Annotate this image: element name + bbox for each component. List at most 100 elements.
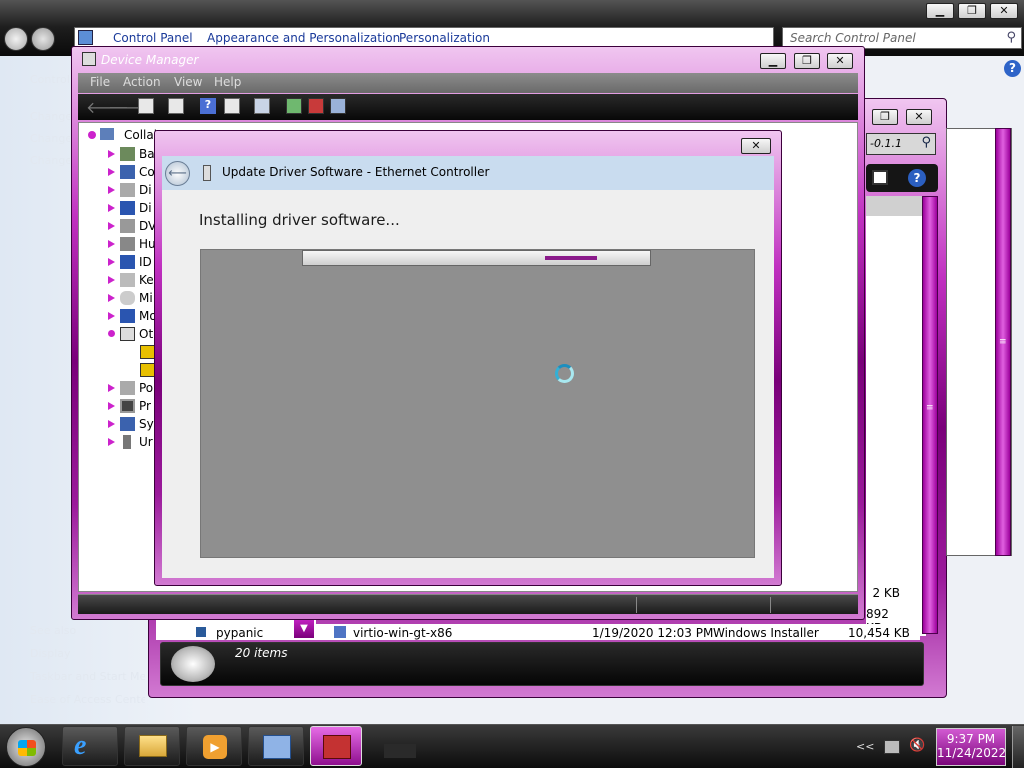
dialog-title: Update Driver Software - Ethernet Contro… bbox=[222, 165, 490, 179]
nav-item-pypanic[interactable]: pypanic bbox=[156, 624, 296, 640]
help-icon[interactable]: ? bbox=[1004, 60, 1021, 77]
file-row[interactable]: 892 KB bbox=[866, 606, 922, 635]
dialog-back-button[interactable]: ⟵ bbox=[165, 161, 190, 186]
toolbar-view-icon[interactable] bbox=[224, 98, 240, 114]
installing-heading: Installing driver software... bbox=[199, 211, 400, 229]
volume-muted-icon[interactable]: 🔇 bbox=[909, 738, 925, 753]
computer-icon bbox=[120, 165, 135, 179]
preview-scrollbar[interactable]: ≡ bbox=[995, 128, 1011, 556]
minimize-button[interactable]: ▁ bbox=[926, 3, 954, 19]
tree-item[interactable]: Ba bbox=[108, 145, 158, 163]
file-row[interactable]: 2 KB bbox=[866, 585, 922, 603]
show-hide-console-icon[interactable] bbox=[168, 98, 184, 114]
tray-expand-button[interactable]: << bbox=[856, 740, 874, 753]
dialog-close-button[interactable]: ✕ bbox=[741, 138, 771, 154]
dm-maximize-button[interactable]: ❐ bbox=[794, 53, 820, 69]
update-driver-icon[interactable] bbox=[286, 98, 302, 114]
network-tray-icon[interactable] bbox=[884, 740, 900, 754]
mouse-icon bbox=[120, 291, 135, 305]
tree-item[interactable]: Po bbox=[108, 379, 158, 397]
tree-item[interactable]: Mi bbox=[108, 289, 158, 307]
help-icon[interactable]: ? bbox=[908, 169, 926, 187]
sidebar-link-taskbar[interactable]: Taskbar and Start Menu bbox=[30, 670, 145, 683]
sidebar-link-display[interactable]: Display bbox=[30, 647, 71, 660]
explorer-maximize-button[interactable]: ❐ bbox=[872, 109, 898, 125]
tree-item[interactable]: Sy bbox=[108, 415, 158, 433]
file-date: 1/19/2020 12:03 PM bbox=[592, 626, 714, 640]
show-desktop-button[interactable] bbox=[1012, 726, 1024, 768]
sidebar-link-3[interactable]: Change your account picture bbox=[30, 154, 70, 167]
breadcrumb-control-panel[interactable]: Control Panel bbox=[113, 31, 193, 45]
tree-item[interactable]: Di bbox=[108, 181, 158, 199]
start-button[interactable] bbox=[6, 727, 46, 767]
properties-icon[interactable] bbox=[138, 98, 154, 114]
explorer-search-value: -0.1.1 bbox=[870, 137, 902, 150]
file-size: 2 KB bbox=[872, 586, 900, 600]
see-also-label: See also bbox=[30, 624, 77, 637]
scroll-grip-icon: ≡ bbox=[926, 403, 934, 413]
maximize-button[interactable]: ❐ bbox=[958, 3, 986, 19]
sidebar-link-ease[interactable]: Ease of Access Center bbox=[30, 693, 145, 706]
uninstall-device-icon[interactable] bbox=[308, 98, 324, 114]
enable-device-icon[interactable] bbox=[330, 98, 346, 114]
other-devices-icon bbox=[120, 327, 135, 341]
dm-close-button[interactable]: ✕ bbox=[827, 53, 853, 69]
tree-item[interactable]: Ur bbox=[108, 433, 158, 451]
tree-item[interactable]: Di bbox=[108, 199, 158, 217]
nav-expand-arrow[interactable]: ▼ bbox=[294, 620, 314, 638]
file-type: Windows Installer bbox=[713, 626, 819, 640]
breadcrumb-appearance[interactable]: Appearance and Personalization bbox=[207, 31, 400, 45]
tree-item[interactable]: Ke bbox=[108, 271, 158, 289]
tree-item-label: ID bbox=[139, 255, 152, 269]
taskbar-empty-slot bbox=[384, 744, 416, 758]
explorer-file-pane bbox=[866, 216, 926, 636]
tree-item[interactable]: Pr bbox=[108, 397, 158, 415]
menu-view[interactable]: View bbox=[174, 75, 202, 89]
ide-controller-icon bbox=[120, 255, 135, 269]
tree-item-label: Di bbox=[139, 183, 152, 197]
close-button[interactable]: ✕ bbox=[990, 3, 1018, 19]
sidebar-link-0[interactable]: Control Panel Home bbox=[30, 73, 70, 86]
dm-minimize-button[interactable]: ▁ bbox=[760, 53, 786, 69]
forward-button[interactable] bbox=[31, 27, 55, 51]
display-adapter-icon bbox=[120, 201, 135, 215]
search-icon: ⚲ bbox=[1006, 30, 1016, 45]
taskbar-control-panel[interactable] bbox=[248, 726, 304, 766]
explorer-search-box[interactable]: -0.1.1 ⚲ bbox=[866, 133, 936, 155]
tree-item-label: Ur bbox=[139, 435, 153, 449]
sidebar-link-2[interactable]: Change mouse pointers bbox=[30, 132, 70, 145]
taskbar-file-explorer[interactable] bbox=[124, 726, 180, 766]
tree-item[interactable]: Mo bbox=[108, 307, 158, 325]
tree-item[interactable]: DV bbox=[108, 217, 158, 235]
file-row-virtio[interactable]: virtio-win-gt-x86 1/19/2020 12:03 PM Win… bbox=[316, 624, 920, 640]
expand-arrow-icon bbox=[108, 222, 115, 230]
preview-pane-icon[interactable] bbox=[872, 170, 888, 185]
network-adapter-icon bbox=[203, 165, 211, 181]
breadcrumb-personalization[interactable]: Personalization bbox=[399, 31, 490, 45]
menu-file[interactable]: File bbox=[90, 75, 110, 89]
menu-action[interactable]: Action bbox=[123, 75, 161, 89]
help-book-icon[interactable]: ? bbox=[200, 98, 216, 114]
tree-item[interactable]: Hu bbox=[108, 235, 158, 253]
scan-hardware-icon[interactable] bbox=[254, 98, 270, 114]
tree-item[interactable]: ID bbox=[108, 253, 158, 271]
taskbar-internet-explorer[interactable]: e bbox=[62, 726, 118, 766]
taskbar-media-player[interactable]: ▶ bbox=[186, 726, 242, 766]
device-tree-root[interactable]: Collab bbox=[88, 127, 158, 143]
usb-icon bbox=[123, 435, 131, 449]
explorer-command-bar: ? bbox=[866, 164, 938, 192]
tree-item[interactable]: Ot bbox=[108, 325, 158, 343]
clock-time: 9:37 PM bbox=[946, 732, 996, 746]
disk-drive-icon bbox=[120, 183, 135, 197]
unknown-device-warning-icon bbox=[140, 345, 155, 359]
sidebar-link-1[interactable]: Change desktop icons bbox=[30, 110, 70, 123]
clock[interactable]: 9:37 PM 11/24/2022 bbox=[936, 728, 1006, 766]
explorer-close-button[interactable]: ✕ bbox=[906, 109, 932, 125]
expand-arrow-icon bbox=[108, 168, 115, 176]
menu-help[interactable]: Help bbox=[214, 75, 241, 89]
expand-arrow-icon bbox=[108, 312, 115, 320]
taskbar-device-manager[interactable] bbox=[310, 726, 362, 766]
explorer-scrollbar[interactable]: ≡ bbox=[922, 196, 938, 634]
tree-item[interactable]: Co bbox=[108, 163, 158, 181]
back-button[interactable] bbox=[4, 27, 28, 51]
